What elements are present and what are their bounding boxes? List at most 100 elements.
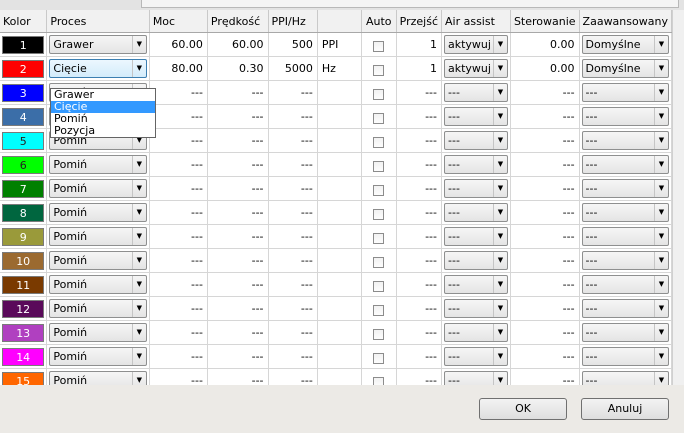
chevron-down-icon: ▼ xyxy=(131,324,146,341)
air-assist-select[interactable]: aktywuj ▼ xyxy=(444,35,508,54)
color-swatch[interactable]: 6 xyxy=(2,155,45,174)
air-assist-select-value: --- xyxy=(448,134,460,147)
checkbox-icon[interactable] xyxy=(373,256,385,268)
zaawansowany-select[interactable]: --- ▼ xyxy=(581,323,669,342)
zaawansowany-select[interactable]: --- ▼ xyxy=(581,371,669,385)
zaawansowany-select-value: --- xyxy=(585,254,598,267)
zaawansowany-select[interactable]: --- ▼ xyxy=(581,155,669,174)
color-swatch[interactable]: 1 xyxy=(2,35,45,54)
color-swatch[interactable]: 12 xyxy=(2,299,45,318)
ppi-cell: --- xyxy=(268,296,318,321)
air-assist-select[interactable]: --- ▼ xyxy=(444,347,508,366)
air-assist-select-value: aktywuj xyxy=(448,38,491,51)
checkbox-icon[interactable] xyxy=(373,112,385,124)
proces-dropdown-list[interactable]: Grawer Cięcie Pomiń Pozycja xyxy=(50,88,156,138)
chevron-down-icon: ▼ xyxy=(654,132,668,149)
checkbox-icon[interactable] xyxy=(373,184,385,196)
air-assist-select[interactable]: aktywuj ▼ xyxy=(444,59,508,78)
color-swatch[interactable]: 9 xyxy=(2,227,45,246)
checkbox-icon[interactable] xyxy=(373,376,385,385)
przejsc-cell: --- xyxy=(396,320,443,345)
color-swatch[interactable]: 5 xyxy=(2,131,45,150)
zaawansowany-select[interactable]: --- ▼ xyxy=(581,275,669,294)
auto-cell xyxy=(361,80,397,105)
proces-select[interactable]: Pomiń ▼ xyxy=(49,227,147,246)
zaawansowany-select[interactable]: --- ▼ xyxy=(581,83,669,102)
air-assist-select[interactable]: --- ▼ xyxy=(444,107,508,126)
cancel-button[interactable]: Anuluj xyxy=(581,398,669,420)
air-assist-select[interactable]: --- ▼ xyxy=(444,299,508,318)
checkbox-icon[interactable] xyxy=(373,208,385,220)
checkbox-icon[interactable] xyxy=(373,64,385,76)
air-assist-cell: --- ▼ xyxy=(441,152,511,177)
color-swatch[interactable]: 10 xyxy=(2,251,45,270)
zaawansowany-select[interactable]: --- ▼ xyxy=(581,107,669,126)
color-swatch[interactable]: 2 xyxy=(2,59,45,78)
checkbox-icon[interactable] xyxy=(373,280,385,292)
checkbox-icon[interactable] xyxy=(373,88,385,100)
proces-select[interactable]: Pomiń ▼ xyxy=(49,203,147,222)
color-swatch[interactable]: 8 xyxy=(2,203,45,222)
unit-cell xyxy=(317,272,362,297)
checkbox-icon[interactable] xyxy=(373,40,385,52)
zaawansowany-select-value: --- xyxy=(585,230,598,243)
przejsc-cell: --- xyxy=(396,200,443,225)
zaawansowany-select[interactable]: --- ▼ xyxy=(581,179,669,198)
checkbox-icon[interactable] xyxy=(373,232,385,244)
color-swatch[interactable]: 14 xyxy=(2,347,45,366)
checkbox-icon[interactable] xyxy=(373,136,385,148)
proces-select-value: Grawer xyxy=(53,38,94,51)
air-assist-select-value: --- xyxy=(448,278,460,291)
color-swatch[interactable]: 15 xyxy=(2,371,45,385)
proces-cell: Pomiń ▼ xyxy=(46,152,150,177)
proces-select[interactable]: Pomiń ▼ xyxy=(49,299,147,318)
proces-select[interactable]: Pomiń ▼ xyxy=(49,179,147,198)
zaawansowany-select[interactable]: --- ▼ xyxy=(581,347,669,366)
proces-cell: Pomiń ▼ xyxy=(46,224,150,249)
zaawansowany-select[interactable]: --- ▼ xyxy=(581,131,669,150)
air-assist-select[interactable]: --- ▼ xyxy=(444,131,508,150)
vertical-scrollbar[interactable] xyxy=(672,10,684,385)
air-assist-select[interactable]: --- ▼ xyxy=(444,251,508,270)
air-assist-select[interactable]: --- ▼ xyxy=(444,155,508,174)
chevron-down-icon: ▼ xyxy=(492,84,507,101)
checkbox-icon[interactable] xyxy=(373,160,385,172)
zaawansowany-select[interactable]: Domyślne ▼ xyxy=(581,59,669,78)
color-swatch[interactable]: 3 xyxy=(2,83,45,102)
proces-select[interactable]: Pomiń ▼ xyxy=(49,155,147,174)
color-swatch[interactable]: 7 xyxy=(2,179,45,198)
zaawansowany-select-value: --- xyxy=(585,374,598,385)
checkbox-icon[interactable] xyxy=(373,304,385,316)
ok-button[interactable]: OK xyxy=(479,398,567,420)
proces-select[interactable]: Pomiń ▼ xyxy=(49,275,147,294)
air-assist-select[interactable]: --- ▼ xyxy=(444,83,508,102)
proces-select[interactable]: Pomiń ▼ xyxy=(49,323,147,342)
air-assist-select[interactable]: --- ▼ xyxy=(444,275,508,294)
air-assist-select[interactable]: --- ▼ xyxy=(444,179,508,198)
air-assist-select[interactable]: --- ▼ xyxy=(444,227,508,246)
table-row: 6 Pomiń ▼ --- --- --- --- --- ▼ --- --- ▼ xyxy=(0,152,672,177)
air-assist-select[interactable]: --- ▼ xyxy=(444,371,508,385)
checkbox-icon[interactable] xyxy=(373,328,385,340)
proces-select[interactable]: Cięcie ▼ xyxy=(49,59,147,78)
proces-select[interactable]: Pomiń ▼ xyxy=(49,347,147,366)
dropdown-option[interactable]: Pozycja xyxy=(51,125,155,137)
color-swatch[interactable]: 11 xyxy=(2,275,45,294)
proces-select[interactable]: Pomiń ▼ xyxy=(49,251,147,270)
zaawansowany-select[interactable]: --- ▼ xyxy=(581,299,669,318)
checkbox-icon[interactable] xyxy=(373,352,385,364)
air-assist-select[interactable]: --- ▼ xyxy=(444,203,508,222)
air-assist-select[interactable]: --- ▼ xyxy=(444,323,508,342)
proces-select[interactable]: Grawer ▼ xyxy=(49,35,147,54)
przejsc-cell: --- xyxy=(396,344,443,369)
proces-select-value: Pomiń xyxy=(53,326,88,339)
proces-select[interactable]: Pomiń ▼ xyxy=(49,371,147,385)
zaawansowany-select[interactable]: --- ▼ xyxy=(581,203,669,222)
zaawansowany-select[interactable]: --- ▼ xyxy=(581,251,669,270)
column-header: Zaawansowany xyxy=(579,10,672,33)
color-swatch[interactable]: 4 xyxy=(2,107,45,126)
zaawansowany-cell: --- ▼ xyxy=(579,248,672,273)
zaawansowany-select[interactable]: Domyślne ▼ xyxy=(581,35,669,54)
color-swatch[interactable]: 13 xyxy=(2,323,45,342)
zaawansowany-select[interactable]: --- ▼ xyxy=(581,227,669,246)
